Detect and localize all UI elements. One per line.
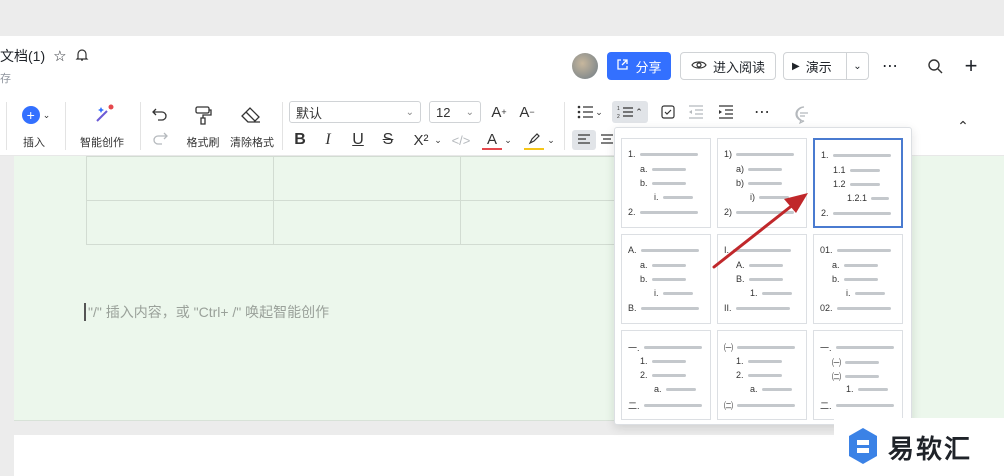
watermark-text: 易软汇	[888, 433, 973, 464]
watermark-logo-icon	[846, 426, 880, 469]
watermark: 易软汇	[834, 418, 1004, 476]
annotation-arrow	[712, 193, 808, 269]
